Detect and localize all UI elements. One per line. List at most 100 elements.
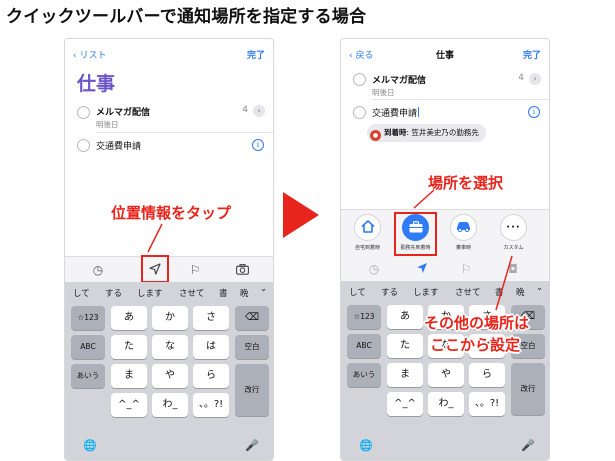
transition-arrow	[283, 192, 319, 238]
callout-arrow	[147, 223, 163, 253]
complete-circle[interactable]	[77, 106, 90, 119]
key[interactable]: わ_	[152, 393, 188, 417]
callout-select-place: 場所を選択	[428, 174, 504, 192]
location-arrow-icon[interactable]	[413, 260, 431, 278]
flag-icon[interactable]: ⚐	[186, 261, 204, 279]
item-count: 4	[242, 105, 248, 115]
item-title: 交通費申請	[372, 109, 418, 119]
chevron-right-icon[interactable]: ›	[529, 73, 541, 85]
done-button[interactable]: 完了	[247, 48, 265, 61]
key[interactable]: た	[387, 334, 423, 358]
quick-action-label: カスタム	[503, 245, 524, 251]
chevron-right-icon[interactable]: ›	[253, 105, 265, 117]
list-item[interactable]: 交通費申請 i	[65, 139, 273, 173]
info-icon[interactable]: i	[528, 106, 540, 118]
divider	[372, 99, 549, 100]
location-pill[interactable]: ● 到着時: 笠井美史乃の勤務先	[367, 124, 486, 142]
divider	[96, 132, 273, 133]
globe-icon[interactable]: 🌐	[83, 439, 97, 452]
key[interactable]: や	[428, 363, 464, 387]
key[interactable]: さ	[193, 306, 229, 330]
return-key[interactable]: 改行	[235, 364, 269, 416]
callout-other-places-1: その他の場所は	[424, 314, 530, 332]
kana-key[interactable]: あいう	[347, 363, 381, 387]
item-title-editing[interactable]: 交通費申請	[372, 106, 420, 119]
space-key[interactable]: 空白	[235, 335, 269, 359]
key[interactable]: あ	[111, 306, 147, 330]
quick-action-custom[interactable]: ··· カスタム	[491, 214, 536, 251]
return-key[interactable]: 改行	[511, 363, 545, 415]
key[interactable]: な	[152, 335, 188, 359]
home-icon	[354, 214, 381, 241]
complete-circle[interactable]	[353, 106, 366, 119]
suggestion[interactable]: させて	[179, 287, 205, 299]
microphone-icon[interactable]: 🎤	[245, 439, 259, 452]
chevron-left-icon: ‹	[73, 51, 77, 61]
suggestion[interactable]: 書	[219, 287, 228, 299]
quick-toolbar: ◷ ⚐	[65, 255, 273, 283]
suggestion[interactable]: して	[349, 286, 366, 298]
chevron-down-icon[interactable]: ⌄	[260, 284, 267, 294]
key[interactable]: ま	[387, 363, 423, 387]
abc-key[interactable]: ABC	[71, 335, 105, 359]
nav-bar: ‹ リスト 完了	[65, 39, 273, 67]
key[interactable]: わ_	[428, 392, 464, 416]
selection-highlight-frame	[394, 212, 437, 256]
quick-action-label: 乗車時	[455, 245, 471, 251]
clock-icon[interactable]: ◷	[89, 261, 107, 279]
nav-bar: ‹ 戻る 仕事 完了	[341, 39, 549, 67]
right-phone-screen: ‹ 戻る 仕事 完了 メルマガ配信 明後日 4 › 交通費申請 i ● 到着時: …	[340, 38, 550, 461]
camera-icon[interactable]	[233, 261, 251, 279]
numbers-key[interactable]: ☆123	[71, 306, 105, 330]
pill-value: : 笠井美史乃の勤務先	[406, 128, 479, 137]
back-button[interactable]: ‹ リスト	[73, 48, 107, 61]
item-subtitle: 明後日	[96, 120, 119, 129]
item-subtitle: 明後日	[372, 88, 395, 97]
suggestion[interactable]: して	[73, 287, 90, 299]
clock-icon[interactable]: ◷	[365, 260, 383, 278]
chevron-down-icon[interactable]: ⌄	[536, 283, 543, 293]
globe-icon[interactable]: 🌐	[359, 439, 373, 452]
nav-title: 仕事	[435, 51, 454, 61]
key[interactable]: た	[111, 335, 147, 359]
callout-arrow	[413, 189, 435, 209]
quick-action-home[interactable]: 自宅到着時	[345, 214, 390, 251]
key[interactable]: 、。?!	[193, 393, 229, 417]
info-icon[interactable]: i	[252, 139, 264, 151]
abc-key[interactable]: ABC	[347, 334, 381, 358]
quick-action-label: 自宅到着時	[354, 245, 380, 251]
key[interactable]: や	[152, 364, 188, 388]
complete-circle[interactable]	[77, 139, 90, 152]
key[interactable]: 、。?!	[469, 392, 505, 416]
location-pin-icon: ●	[370, 130, 381, 141]
suggestion[interactable]: します	[137, 287, 163, 299]
page-heading: クイックツールバーで通知場所を指定する場合	[6, 7, 367, 27]
suggestion[interactable]: させて	[455, 286, 481, 298]
complete-circle[interactable]	[353, 73, 366, 86]
key[interactable]: か	[152, 306, 188, 330]
item-title: 交通費申請	[96, 142, 142, 152]
key[interactable]: ら	[193, 364, 229, 388]
key[interactable]: ら	[469, 363, 505, 387]
suggestion[interactable]: する	[105, 287, 122, 299]
key[interactable]: ま	[111, 364, 147, 388]
item-count: 4	[518, 73, 524, 83]
key[interactable]: ^_^	[387, 392, 423, 416]
suggestion[interactable]: します	[413, 286, 439, 298]
microphone-icon[interactable]: 🎤	[521, 439, 535, 452]
keyboard: ☆123 あ か さ ⌫ ABC た な は 空白 あいう ま や ら 改行 ^…	[65, 302, 273, 460]
key[interactable]: ^_^	[111, 393, 147, 417]
flag-icon[interactable]: ⚐	[457, 260, 475, 278]
suggestion-bar: して する します させて 書 晩 ⌄	[65, 282, 273, 302]
kana-key[interactable]: あいう	[71, 364, 105, 388]
key[interactable]: は	[193, 335, 229, 359]
suggestion[interactable]: する	[381, 286, 398, 298]
quick-action-car[interactable]: 乗車時	[441, 214, 486, 251]
suggestion[interactable]: 晩	[240, 287, 249, 299]
delete-key[interactable]: ⌫	[235, 306, 269, 330]
done-button[interactable]: 完了	[523, 48, 541, 61]
back-label: リスト	[79, 51, 107, 61]
numbers-key[interactable]: ☆123	[347, 305, 381, 329]
location-arrow-icon[interactable]	[146, 261, 164, 279]
key[interactable]: あ	[387, 305, 423, 329]
